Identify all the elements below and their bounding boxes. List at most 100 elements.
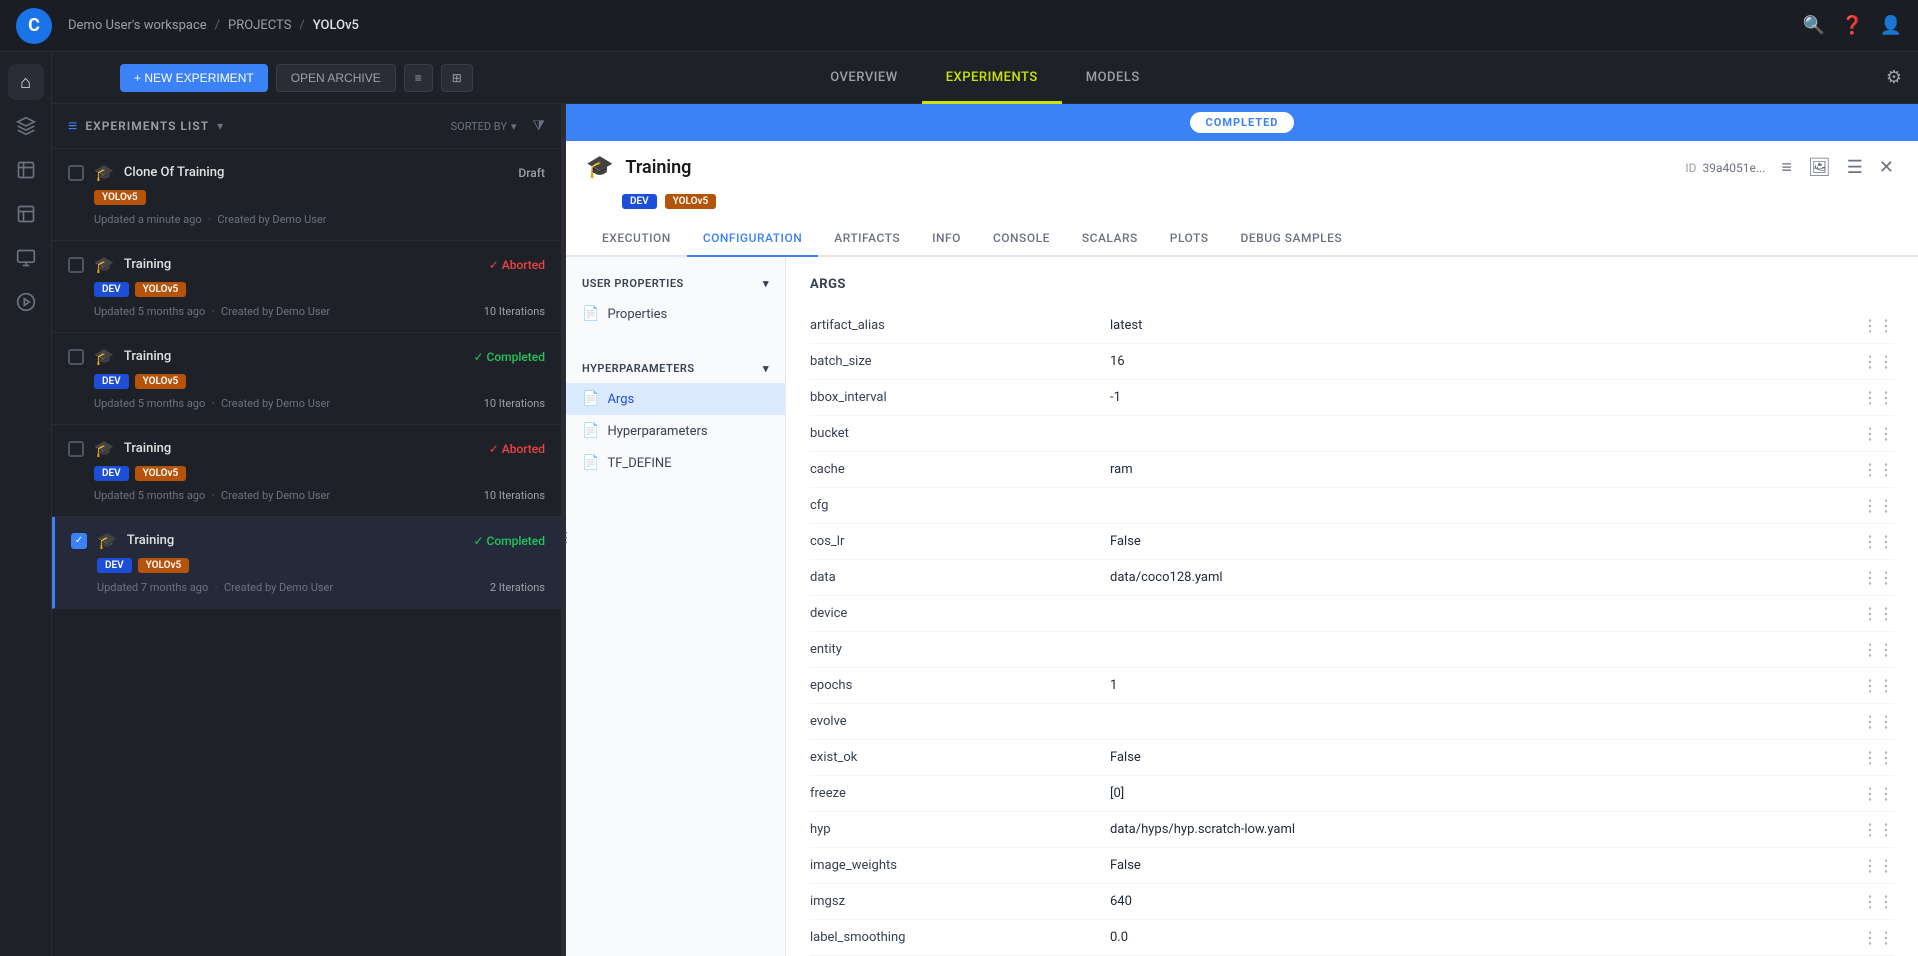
detail-list-view-icon[interactable]: ≡ (1777, 153, 1796, 182)
breadcrumb-workspace[interactable]: Demo User's workspace (68, 18, 207, 33)
row-menu-icon[interactable]: ⋮⋮ (1862, 568, 1894, 587)
experiment-item[interactable]: 🎓 Training ✓ Aborted DEV YOLOv5 Updated … (52, 425, 561, 517)
experiment-item[interactable]: 🎓 Training ✓ Aborted DEV YOLOv5 Updated … (52, 241, 561, 333)
sorted-by[interactable]: SORTED BY ▾ (451, 120, 517, 133)
search-icon[interactable]: 🔍 (1803, 15, 1825, 36)
sidebar-item-models[interactable] (8, 240, 44, 276)
help-icon[interactable]: ❓ (1841, 15, 1863, 36)
new-experiment-button[interactable]: + NEW EXPERIMENT (120, 64, 268, 92)
row-menu-icon[interactable]: ⋮⋮ (1862, 604, 1894, 623)
sidebar-item-home[interactable]: ⌂ (8, 64, 44, 100)
tab-configuration[interactable]: CONFIGURATION (687, 221, 818, 255)
detail-tag-dev[interactable]: DEV (622, 194, 657, 209)
nav-tabs: OVERVIEW EXPERIMENTS MODELS (806, 52, 1164, 104)
user-properties-section: USER PROPERTIES ▾ 📄 Properties (566, 257, 785, 342)
tab-plots[interactable]: PLOTS (1154, 221, 1225, 255)
row-menu-icon[interactable]: ⋮⋮ (1862, 640, 1894, 659)
grid-view-button[interactable]: ⊞ (441, 64, 473, 92)
experiment-meta: Updated 5 months ago • Created by Demo U… (94, 305, 545, 318)
experiment-name: Training (124, 441, 479, 456)
row-menu-icon[interactable]: ⋮⋮ (1862, 316, 1894, 335)
chevron-down-icon[interactable]: ▾ (217, 119, 223, 133)
experiment-tags: DEV YOLOv5 (94, 374, 545, 389)
experiment-tags: DEV YOLOv5 (97, 558, 545, 573)
breadcrumb-projects[interactable]: PROJECTS (228, 18, 291, 33)
open-archive-button[interactable]: OPEN ARCHIVE (276, 64, 396, 92)
tab-scalars[interactable]: SCALARS (1066, 221, 1154, 255)
tag-yolov5[interactable]: YOLOv5 (135, 282, 187, 297)
config-row-cfg: cfg ⋮⋮ (810, 488, 1894, 524)
experiment-type-icon: 🎓 (97, 531, 117, 550)
tab-debug-samples[interactable]: DEBUG SAMPLES (1225, 221, 1359, 255)
sidebar-item-experiments[interactable] (8, 152, 44, 188)
sidebar-item-data[interactable] (8, 196, 44, 232)
experiment-item[interactable]: 🎓 Training ✓ Completed DEV YOLOv5 Update… (52, 333, 561, 425)
config-main-area: ARGS artifact_alias latest ⋮⋮ batch_size… (786, 257, 1918, 956)
settings-icon[interactable]: ⚙ (1886, 67, 1902, 88)
row-menu-icon[interactable]: ⋮⋮ (1862, 784, 1894, 803)
experiment-checkbox[interactable]: ✓ (71, 533, 87, 549)
sidebar-item-properties[interactable]: 📄 Properties (566, 298, 785, 330)
tag-yolov5[interactable]: YOLOv5 (94, 190, 146, 205)
detail-image-icon[interactable]: 🖼 (1804, 153, 1835, 182)
detail-tag-yolov5[interactable]: YOLOv5 (665, 194, 717, 209)
app-logo[interactable]: C (16, 8, 52, 44)
tab-info[interactable]: INFO (916, 221, 977, 255)
sidebar-item-pipelines[interactable] (8, 284, 44, 320)
row-menu-icon[interactable]: ⋮⋮ (1862, 532, 1894, 551)
row-menu-icon[interactable]: ⋮⋮ (1862, 496, 1894, 515)
experiment-item[interactable]: 🎓 Clone Of Training Draft YOLOv5 Updated… (52, 149, 561, 241)
config-row-bbox-interval: bbox_interval -1 ⋮⋮ (810, 380, 1894, 416)
tag-dev[interactable]: DEV (97, 558, 132, 573)
list-view-button[interactable]: ≡ (404, 64, 433, 92)
tag-yolov5[interactable]: YOLOv5 (138, 558, 190, 573)
experiment-checkbox[interactable] (68, 165, 84, 181)
row-menu-icon[interactable]: ⋮⋮ (1862, 424, 1894, 443)
row-menu-icon[interactable]: ⋮⋮ (1862, 892, 1894, 911)
row-menu-icon[interactable]: ⋮⋮ (1862, 388, 1894, 407)
tab-console[interactable]: CONSOLE (977, 221, 1066, 255)
tag-yolov5[interactable]: YOLOv5 (135, 374, 187, 389)
experiment-item-selected[interactable]: ✓ 🎓 Training ✓ Completed DEV YOLOv5 (52, 517, 561, 609)
config-row-entity: entity ⋮⋮ (810, 632, 1894, 668)
row-menu-icon[interactable]: ⋮⋮ (1862, 352, 1894, 371)
config-row-device: device ⋮⋮ (810, 596, 1894, 632)
row-menu-icon[interactable]: ⋮⋮ (1862, 928, 1894, 947)
experiment-checkbox[interactable] (68, 349, 84, 365)
user-avatar[interactable]: 👤 (1880, 15, 1902, 36)
row-menu-icon[interactable]: ⋮⋮ (1862, 856, 1894, 875)
experiment-type-icon: 🎓 (94, 163, 114, 182)
tag-dev[interactable]: DEV (94, 466, 129, 481)
hyperparameters-header[interactable]: HYPERPARAMETERS ▾ (566, 354, 785, 383)
doc-active-icon: 📄 (582, 391, 599, 407)
user-properties-header[interactable]: USER PROPERTIES ▾ (566, 269, 785, 298)
detail-menu-icon[interactable]: ☰ (1843, 153, 1867, 182)
experiment-checkbox[interactable] (68, 257, 84, 273)
row-menu-icon[interactable]: ⋮⋮ (1862, 676, 1894, 695)
right-nav-items: ⚙ (1886, 67, 1902, 88)
tag-dev[interactable]: DEV (94, 374, 129, 389)
tag-yolov5[interactable]: YOLOv5 (135, 466, 187, 481)
tab-overview[interactable]: OVERVIEW (806, 52, 921, 104)
experiment-checkbox[interactable] (68, 441, 84, 457)
row-menu-icon[interactable]: ⋮⋮ (1862, 748, 1894, 767)
sidebar-item-args[interactable]: 📄 Args (566, 383, 785, 415)
tab-execution[interactable]: EXECUTION (586, 221, 687, 255)
tag-dev[interactable]: DEV (94, 282, 129, 297)
experiment-item-header: 🎓 Training ✓ Completed (68, 347, 545, 366)
filter-icon[interactable]: ⧩ (533, 118, 546, 134)
sidebar-item-tf-define[interactable]: 📄 TF_DEFINE (566, 447, 785, 479)
config-row-imgsz: imgsz 640 ⋮⋮ (810, 884, 1894, 920)
tab-experiments[interactable]: EXPERIMENTS (922, 52, 1062, 104)
experiment-name: Training (124, 349, 464, 364)
tab-models[interactable]: MODELS (1062, 52, 1164, 104)
row-menu-icon[interactable]: ⋮⋮ (1862, 460, 1894, 479)
row-menu-icon[interactable]: ⋮⋮ (1862, 712, 1894, 731)
row-menu-icon[interactable]: ⋮⋮ (1862, 820, 1894, 839)
resize-handle[interactable] (562, 104, 566, 956)
tab-artifacts[interactable]: ARTIFACTS (818, 221, 916, 255)
detail-close-icon[interactable]: ✕ (1875, 153, 1898, 182)
sidebar-item-layers[interactable] (8, 108, 44, 144)
sidebar-item-hyperparameters[interactable]: 📄 Hyperparameters (566, 415, 785, 447)
experiment-status: Draft (518, 166, 545, 180)
